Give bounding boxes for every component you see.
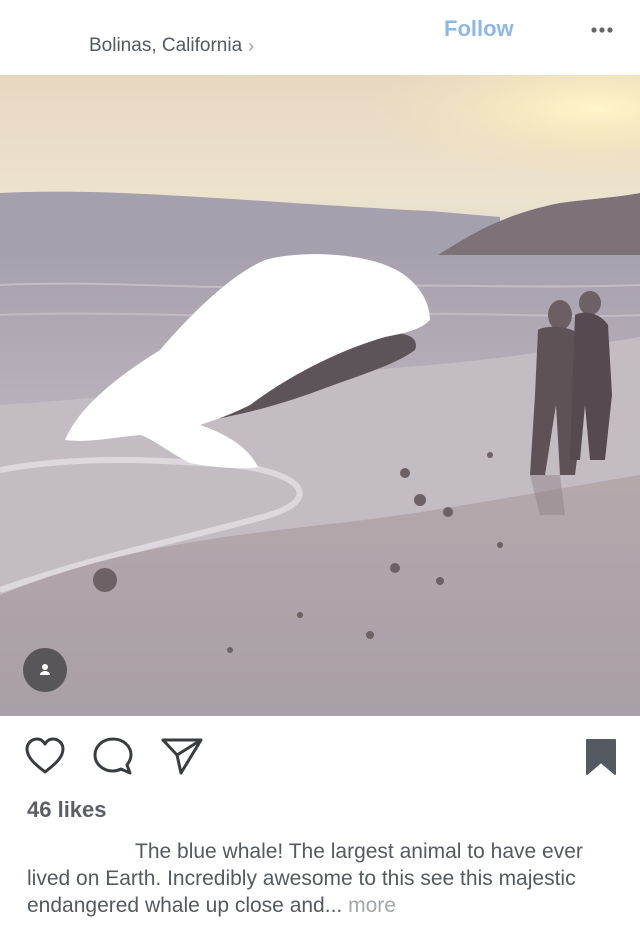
chevron-right-icon: › bbox=[248, 35, 255, 56]
user-tag-icon[interactable] bbox=[23, 648, 67, 692]
bookmark-icon[interactable] bbox=[585, 738, 617, 781]
post-header: Bolinas, California › Follow bbox=[0, 0, 640, 75]
post-caption: The blue whale! The largest animal to ha… bbox=[27, 838, 617, 919]
post-photo[interactable] bbox=[0, 75, 640, 716]
send-icon[interactable] bbox=[160, 736, 204, 781]
likes-count[interactable]: 46 likes bbox=[27, 797, 107, 823]
location-label: Bolinas, California bbox=[89, 35, 243, 56]
location-link[interactable]: Bolinas, California › bbox=[89, 35, 254, 57]
heart-icon[interactable] bbox=[23, 736, 67, 781]
more-horizontal-icon[interactable] bbox=[589, 18, 615, 42]
comment-icon[interactable] bbox=[92, 736, 134, 781]
action-bar bbox=[0, 716, 640, 796]
follow-button[interactable]: Follow bbox=[444, 16, 514, 42]
caption-more-link[interactable]: more bbox=[348, 894, 396, 917]
caption-text: The blue whale! The largest animal to ha… bbox=[27, 840, 583, 917]
